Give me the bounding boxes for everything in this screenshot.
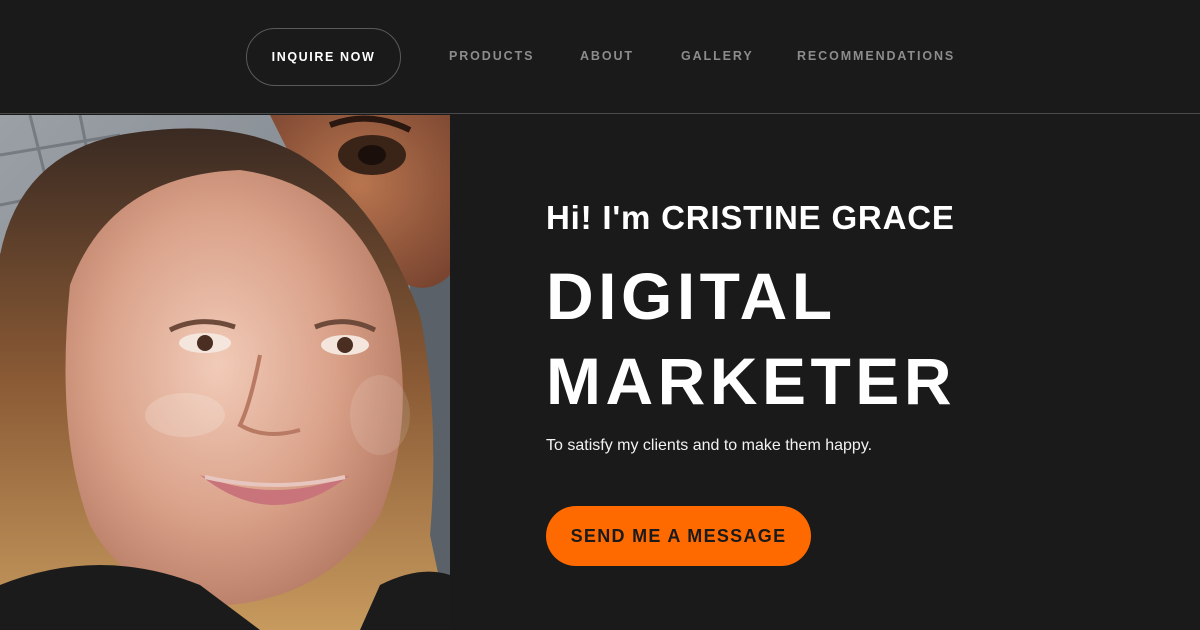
hero-tagline: To satisfy my clients and to make them h… [546,437,873,454]
hero-title-line-2: MARKETER [546,344,956,418]
nav-link-about[interactable]: ABOUT [580,49,634,63]
hero-greeting: Hi! I'm CRISTINE GRACE [546,199,955,236]
hero-title-line-1: DIGITAL [546,259,837,333]
nav-link-recommendations[interactable]: RECOMMENDATIONS [797,49,955,63]
profile-photo [0,115,450,630]
nav-link-gallery[interactable]: GALLERY [681,49,754,63]
site-header: INQUIRE NOW PRODUCTS ABOUT GALLERY RECOM… [0,0,1200,114]
send-message-button[interactable]: SEND ME A MESSAGE [546,506,811,566]
nav-link-products[interactable]: PRODUCTS [449,49,534,63]
inquire-now-button[interactable]: INQUIRE NOW [246,28,401,86]
